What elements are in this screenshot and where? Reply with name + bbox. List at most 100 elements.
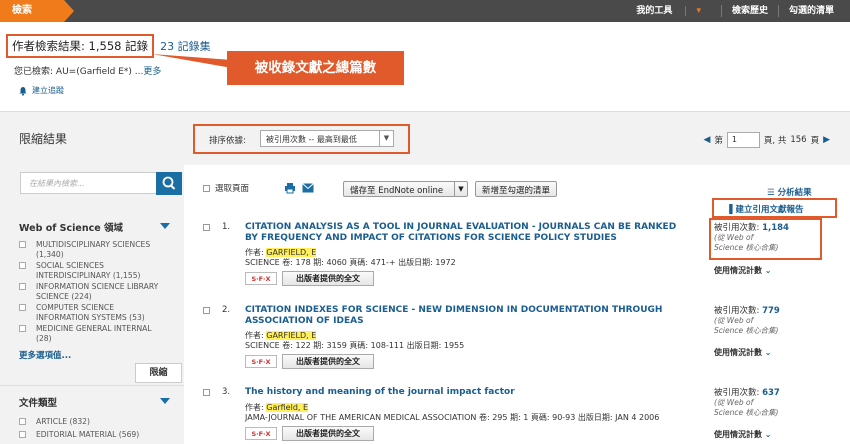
doc-type-item[interactable]: ARTICLE (832) [19, 417, 169, 427]
usage-count-toggle[interactable]: 使用情況計數 ⌄ [714, 429, 772, 440]
print-icon[interactable] [284, 182, 296, 194]
record-author: 作者: GARFIELD, E [245, 331, 317, 341]
record-title[interactable]: CITATION INDEXES FOR SCIENCE - NEW DIMEN… [245, 305, 685, 327]
category-label: INFORMATION SCIENCE LIBRARY SCIENCE (224… [36, 282, 159, 301]
pagination: ◀ 第 1 頁, 共 156 頁 ▶ [703, 132, 830, 148]
search-history-link[interactable]: 檢索歷史 [720, 5, 778, 17]
cited-count-link[interactable]: 637 [762, 388, 780, 398]
marked-list-link[interactable]: 勾選的清單 [777, 5, 844, 17]
chevron-down-icon[interactable] [160, 398, 170, 404]
refine-title: 限縮結果 [19, 132, 68, 146]
bar-chart-icon: ▐ [726, 205, 736, 215]
category-checkbox[interactable] [19, 304, 26, 311]
select-page-label: 選取頁面 [215, 184, 250, 194]
category-item[interactable]: INFORMATION SCIENCE LIBRARY SCIENCE (224… [19, 282, 169, 301]
page-input[interactable]: 1 [726, 132, 760, 148]
top-links: 我的工具 ▾ 檢索歷史 勾選的清單 [616, 0, 844, 22]
category-checkbox[interactable] [19, 325, 26, 332]
sfx-button[interactable]: S·F·X [245, 427, 277, 440]
sort-select[interactable]: 被引用次數 -- 最高到最低 ▼ [260, 130, 394, 147]
usage-label: 使用情況計數 [714, 430, 762, 439]
record-source: SCIENCE 卷: 178 期: 4060 頁碼: 471-+ 出版日期: 1… [245, 258, 456, 267]
add-to-marked-list-button[interactable]: 新增至勾選的清單 [475, 181, 558, 197]
create-alert-link[interactable]: 建立追蹤 [18, 85, 64, 96]
cited-label: 被引用次數: [714, 306, 760, 316]
select-page-checkbox[interactable] [203, 184, 210, 192]
category-item[interactable]: MULTIDISCIPLINARY SCIENCES (1,340) [19, 240, 169, 259]
of-label: 頁, 共 [763, 136, 787, 146]
author-name[interactable]: GARFIELD, E [266, 248, 317, 257]
page-label: 第 [714, 136, 723, 146]
refine-button[interactable]: 限縮 [135, 363, 182, 383]
more-options-link[interactable]: 更多選項值... [19, 349, 71, 361]
pages-suffix: 頁 [810, 136, 820, 146]
email-icon[interactable] [302, 183, 314, 193]
annotation-callout: 被收錄文獻之總篇數 [227, 51, 404, 85]
doc-type-checkbox[interactable] [19, 418, 26, 425]
doc-type-checkbox[interactable] [19, 431, 26, 438]
chevron-down-icon[interactable] [160, 223, 170, 229]
usage-count-toggle[interactable]: 使用情況計數 ⌄ [714, 347, 772, 358]
refine-search-input[interactable]: 在結果內檢索... [20, 172, 157, 194]
results-toolbar: 選取頁面 [203, 182, 249, 194]
sfx-button[interactable]: S·F·X [245, 272, 277, 285]
wos-category-heading[interactable]: Web of Science 領域 [19, 220, 123, 234]
analyze-label: 分析結果 [777, 188, 812, 198]
category-checkbox[interactable] [19, 283, 26, 290]
times-cited: 被引用次數: 637 (從 Web of Science 核心合集) [714, 388, 784, 418]
refine-search-button[interactable] [156, 172, 182, 195]
usage-label: 使用情況計數 [714, 266, 762, 275]
query-more-link[interactable]: 更多 [143, 67, 161, 77]
cited-source: (從 Web of Science 核心合集) [714, 233, 779, 252]
chevron-down-icon[interactable]: ▼ [379, 131, 393, 146]
chevron-down-icon: ⌄ [764, 430, 772, 439]
category-checkbox[interactable] [19, 262, 26, 269]
record-checkbox[interactable] [203, 389, 210, 396]
publisher-fulltext-button[interactable]: 出版者提供的全文 [282, 271, 374, 286]
sfx-button[interactable]: S·F·X [245, 355, 277, 368]
search-tab[interactable]: 檢索 [0, 0, 74, 22]
citation-report-label: 建立引用文獻報告 [735, 205, 804, 215]
bar-chart-icon: ☰ [767, 188, 778, 198]
my-tools-link[interactable]: 我的工具 ▾ [616, 5, 721, 17]
query-text: AU=(Garfield E*) ... [55, 67, 144, 77]
category-item[interactable]: COMPUTER SCIENCE INFORMATION SYSTEMS (53… [19, 303, 169, 322]
record-title[interactable]: CITATION ANALYSIS AS A TOOL IN JOURNAL E… [245, 222, 685, 244]
category-item[interactable]: SOCIAL SCIENCES INTERDISCIPLINARY (1,155… [19, 261, 169, 280]
search-query: 您已檢索: AU=(Garfield E*) ...更多 [14, 64, 161, 77]
create-alert-label: 建立追蹤 [32, 86, 64, 95]
prev-page-icon[interactable]: ◀ [703, 135, 710, 145]
publisher-fulltext-button[interactable]: 出版者提供的全文 [282, 354, 374, 369]
record-checkbox[interactable] [203, 224, 210, 231]
usage-label: 使用情況計數 [714, 348, 762, 357]
record-title[interactable]: The history and meaning of the journal i… [245, 387, 685, 398]
cited-count-link[interactable]: 779 [762, 306, 780, 316]
save-to-select[interactable]: 儲存至 EndNote online ▼ [343, 181, 468, 197]
record-checkbox[interactable] [203, 307, 210, 314]
record-set-link[interactable]: 23 記錄集 [160, 38, 211, 54]
publisher-fulltext-button[interactable]: 出版者提供的全文 [282, 426, 374, 441]
record-author: 作者: GARFIELD, E [245, 248, 317, 258]
category-item[interactable]: MEDICINE GENERAL INTERNAL (28) [19, 324, 169, 343]
times-cited: 被引用次數: 779 (從 Web of Science 核心合集) [714, 306, 784, 336]
sort-label: 排序依據: [209, 136, 246, 146]
chevron-down-icon: ⌄ [764, 266, 772, 275]
analyze-results-link[interactable]: ☰ 分析結果 [767, 186, 812, 198]
author-name[interactable]: GARFIELD, E [266, 331, 317, 340]
citation-report-link[interactable]: ▐ 建立引用文獻報告 [712, 198, 837, 218]
divider [0, 385, 184, 386]
cited-count-link[interactable]: 1,184 [762, 223, 789, 233]
usage-count-toggle[interactable]: 使用情況計數 ⌄ [714, 265, 772, 276]
record-number: 2. [222, 305, 231, 315]
chevron-down-icon: ⌄ [764, 348, 772, 357]
next-page-icon[interactable]: ▶ [823, 135, 830, 145]
author-name[interactable]: Garfield, E [266, 403, 309, 412]
callout-pointer [152, 54, 232, 68]
doc-type-item[interactable]: EDITORIAL MATERIAL (569) [19, 430, 169, 440]
category-checkbox[interactable] [19, 241, 26, 248]
doc-type-heading[interactable]: 文件類型 [19, 395, 57, 409]
doc-type-label: EDITORIAL MATERIAL (569) [36, 430, 140, 439]
chevron-down-icon[interactable]: ▼ [454, 182, 467, 196]
record-number: 3. [222, 387, 231, 397]
save-to-label: 儲存至 EndNote online [350, 186, 444, 196]
